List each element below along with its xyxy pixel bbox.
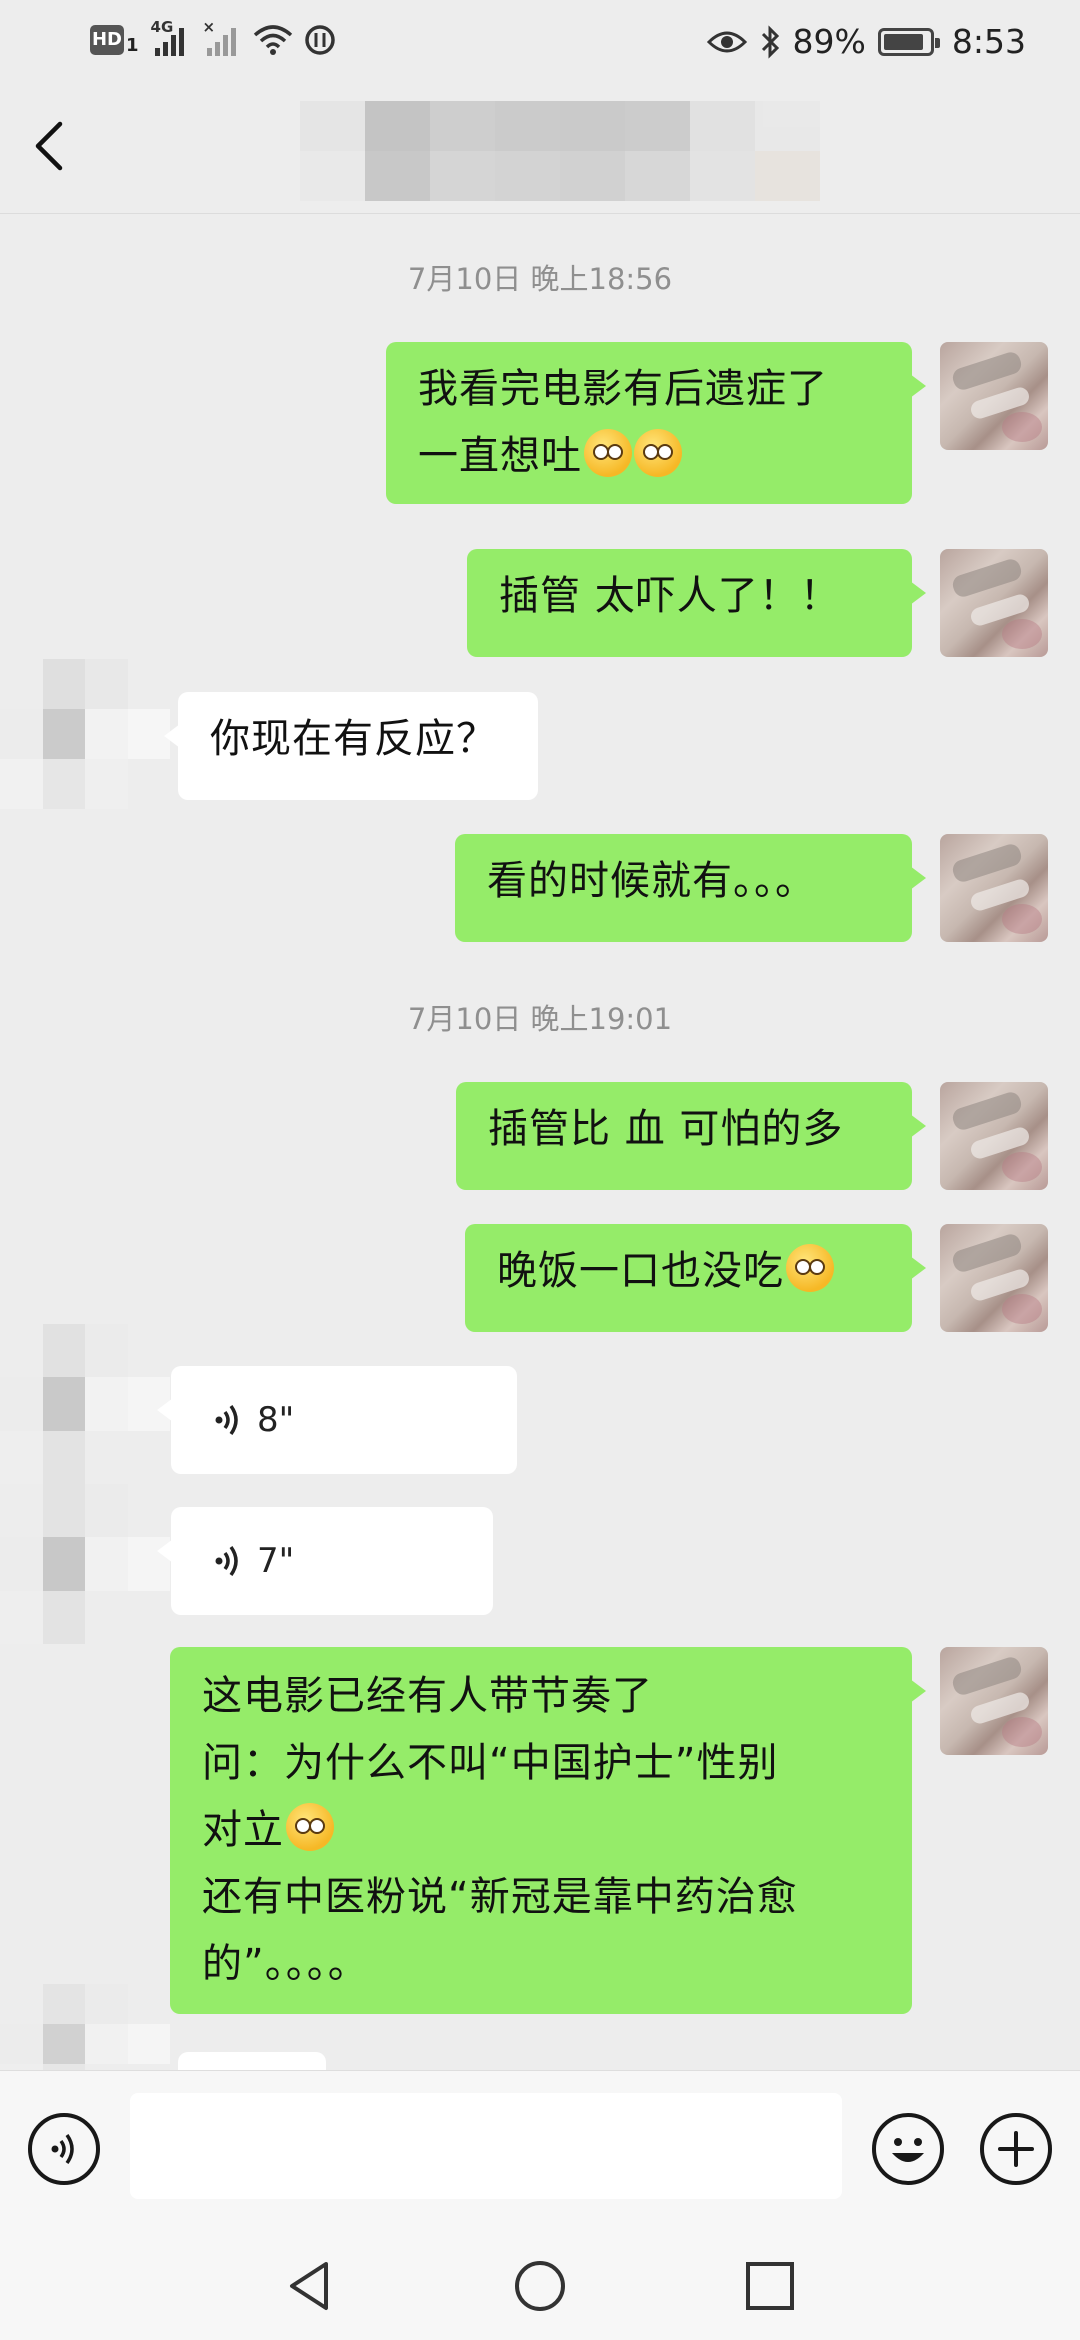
voice-duration: 8" [257,1400,295,1440]
contact-avatar[interactable] [0,1324,170,1484]
message-bubble-sent[interactable]: 看的时候就有。。。 [455,834,926,942]
eye-icon [706,31,747,52]
message-text: 对立 [202,1807,284,1853]
emoji-icon [892,2138,924,2162]
voice-message[interactable]: 7" [157,1507,493,1615]
status-right: 89% 8:53 [706,22,1026,61]
yawning-face-icon [286,1803,334,1851]
message-text: 一直想吐 [418,433,582,479]
voice-message[interactable]: 8" [157,1366,517,1474]
my-avatar[interactable] [940,1224,1048,1332]
input-bar [0,2070,1080,2230]
my-avatar[interactable] [940,1082,1048,1190]
thinking-face-icon [786,1244,834,1292]
chat-header [0,86,1080,214]
message-bubble-sent[interactable]: 插管 太吓人了！！ [467,549,926,657]
plus-icon [998,2131,1034,2167]
status-left: HD 1 4G × [90,18,337,58]
no-signal-mark: × [202,18,216,36]
message-text: 这电影已经有人带节奏了 [202,1673,653,1719]
signal-icon: 4G [149,18,191,58]
message-bubble-sent[interactable]: 晚饭一口也没吃 [465,1224,926,1332]
home-circle-icon[interactable] [512,2258,568,2314]
woozy-face-icon [584,429,632,477]
my-avatar[interactable] [940,549,1048,657]
bluetooth-icon [761,24,779,59]
woozy-face-icon [634,429,682,477]
back-button[interactable] [28,116,88,186]
message-bubble-received[interactable]: 你现在有反应？ [164,692,538,800]
voice-input-button[interactable] [28,2113,100,2185]
battery-fill [883,33,924,50]
voice-wave-icon [215,1404,238,1436]
battery-icon [877,27,940,56]
signal-2-icon: × [201,18,243,58]
more-button[interactable] [980,2113,1052,2185]
emoji-button[interactable] [872,2113,944,2185]
hd-sub-label: 1 [126,34,139,56]
message-text: 晚饭一口也没吃 [497,1248,784,1294]
back-triangle-icon[interactable] [282,2258,338,2314]
voice-icon [51,2133,74,2165]
message-line: 晚饭一口也没吃 [497,1238,880,1305]
chat-area[interactable]: 7月10日 晚上18:56 我看完电影有后遗症了 一直想吐 插管 太吓人了！！ … [0,214,1080,2070]
message-line: 对立 [202,1797,880,1864]
battery-percent: 89% [792,22,866,61]
contact-avatar[interactable] [0,1484,170,1644]
system-nav-bar [0,2230,1080,2340]
message-line: 一直想吐 [418,423,880,490]
message-text: 还有中医粉说“新冠是靠中药治愈 [202,1874,798,1920]
voice-wave-icon [215,1545,238,1577]
timestamp: 7月10日 晚上18:56 [407,262,673,296]
message-text: 的”。。。。 [202,1941,369,1987]
my-avatar[interactable] [940,1647,1048,1755]
message-bubble-sent[interactable]: 这电影已经有人带节奏了 问：为什么不叫“中国护士”性别 对立 还有中医粉说“新冠… [170,1647,926,2014]
clock: 8:53 [951,22,1026,61]
message-text: 我看完电影有后遗症了 [418,366,828,412]
hd-badge: HD [90,25,124,55]
message-text: 你现在有反应？ [210,716,497,762]
contact-avatar[interactable] [0,659,170,809]
my-avatar[interactable] [940,834,1048,942]
message-text: 插管比 血 可怕的多 [488,1106,844,1152]
message-input[interactable] [130,2093,842,2199]
wifi-icon [253,25,292,55]
recent-square-icon[interactable] [742,2258,798,2314]
timestamp: 7月10日 晚上19:01 [407,1002,673,1036]
my-avatar[interactable] [940,342,1048,450]
network-label: 4G [150,18,174,36]
contact-avatar[interactable] [0,1984,170,2070]
hd-label: HD [91,29,122,50]
message-text: 问：为什么不叫“中国护士”性别 [202,1740,779,1786]
data-saver-icon [304,25,335,55]
chat-title [300,101,820,201]
voice-duration: 7" [257,1541,295,1581]
message-text: 插管 太吓人了！！ [499,573,841,619]
message-bubble-received[interactable] [178,2052,326,2070]
chevron-left-icon [35,121,63,171]
message-text: 看的时候就有。。。 [487,858,816,904]
status-bar: HD 1 4G × 89% 8:53 [0,0,1080,86]
message-bubble-sent[interactable]: 插管比 血 可怕的多 [456,1082,926,1190]
message-bubble-sent[interactable]: 我看完电影有后遗症了 一直想吐 [386,342,926,504]
